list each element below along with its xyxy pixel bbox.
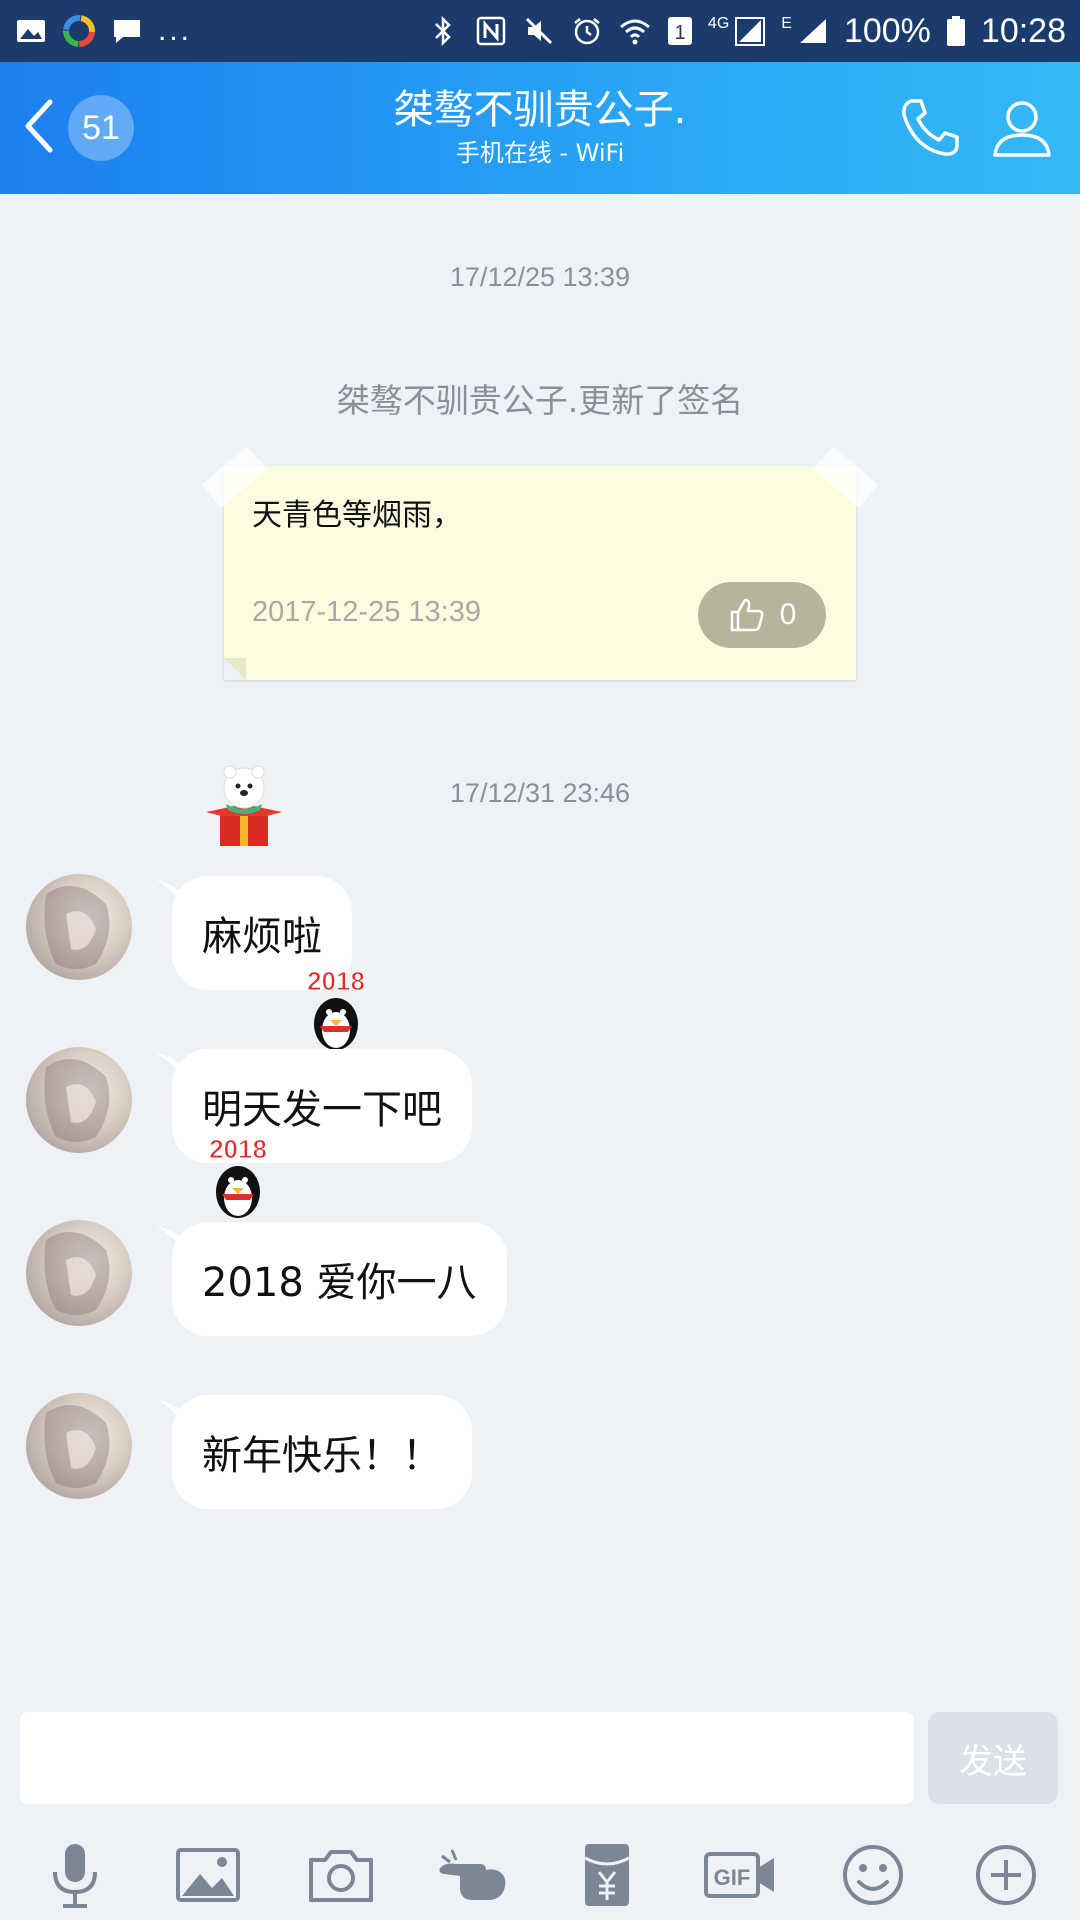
- poke-button[interactable]: [429, 1835, 519, 1915]
- timestamp: 17/12/25 13:39: [449, 262, 631, 292]
- penguin-2018-sticker: 2018: [194, 1134, 282, 1220]
- message-input[interactable]: [20, 1712, 914, 1804]
- app-notification-icon: [62, 14, 96, 48]
- battery-icon: [945, 14, 967, 48]
- gif-button[interactable]: GIF: [695, 1835, 785, 1915]
- message-bubble[interactable]: 新年快乐！！: [172, 1395, 472, 1509]
- voice-button[interactable]: [30, 1835, 120, 1915]
- svg-text:2018: 2018: [307, 966, 365, 996]
- red-packet-button[interactable]: [562, 1835, 652, 1915]
- bluetooth-icon: [426, 14, 460, 48]
- emoji-icon: [842, 1845, 903, 1905]
- more-button[interactable]: [961, 1835, 1051, 1915]
- camera-button[interactable]: [296, 1835, 386, 1915]
- mute-icon: [522, 14, 556, 48]
- user-icon: [993, 101, 1051, 157]
- svg-text:GIF: GIF: [713, 1865, 750, 1890]
- image-icon: [175, 1848, 240, 1902]
- camera-icon: [308, 1850, 373, 1902]
- thumbs-up-icon: [730, 598, 764, 632]
- nfc-icon: [474, 14, 508, 48]
- like-button[interactable]: 0: [698, 582, 826, 648]
- sim-slot-icon: 1: [666, 14, 694, 48]
- more-notifications: ...: [158, 14, 193, 47]
- signature-text: 天青色等烟雨，: [252, 498, 462, 533]
- avatar[interactable]: [26, 874, 132, 980]
- penguin-2018-sticker: 2018: [292, 966, 380, 1052]
- network-e-label: E: [781, 15, 792, 32]
- chat-header: 51 桀骜不驯贵公子. 手机在线 - WiFi: [0, 62, 1080, 194]
- tape-decoration: [813, 446, 879, 508]
- signal-icon-2: [796, 14, 830, 48]
- message-notification-icon: [110, 14, 144, 48]
- microphone-icon: [52, 1844, 97, 1908]
- signature-date: 2017-12-25 13:39: [252, 596, 481, 628]
- alarm-icon: [570, 14, 604, 48]
- battery-percent: 100%: [843, 11, 931, 50]
- avatar[interactable]: [26, 1047, 132, 1153]
- image-button[interactable]: [163, 1835, 253, 1915]
- send-button[interactable]: 发送: [928, 1712, 1058, 1804]
- input-toolbar: GIF: [0, 1830, 1080, 1920]
- plus-icon: [975, 1845, 1036, 1905]
- emoji-button[interactable]: [828, 1835, 918, 1915]
- like-count: 0: [779, 598, 797, 631]
- clock: 10:28: [980, 11, 1066, 50]
- sim-slot-label: 1: [674, 22, 685, 44]
- message-bubble[interactable]: 2018 爱你一八: [172, 1222, 507, 1336]
- timestamp: 17/12/31 23:46: [449, 778, 631, 808]
- gallery-notification-icon: [14, 14, 48, 48]
- system-notice: 桀骜不驯贵公子.更新了签名: [336, 381, 744, 420]
- wifi-icon: [618, 14, 652, 48]
- gif-icon: GIF: [703, 1852, 774, 1898]
- profile-button[interactable]: [986, 92, 1058, 164]
- poke-icon: [439, 1849, 505, 1900]
- corner-fold: [224, 658, 246, 680]
- red-packet-icon: [583, 1844, 630, 1906]
- chat-screen: ... 1 4G E 100% 10:28 51 桀骜不驯贵公子. 手机在线 -…: [0, 0, 1080, 1920]
- signal-icon: [733, 14, 767, 48]
- status-bar: ... 1 4G E 100% 10:28: [0, 0, 1080, 62]
- signature-card[interactable]: 天青色等烟雨， 2017-12-25 13:39 0: [201, 446, 879, 680]
- call-button[interactable]: [894, 92, 966, 164]
- avatar[interactable]: [26, 1393, 132, 1499]
- network-4g-label: 4G: [707, 15, 730, 32]
- avatar[interactable]: [26, 1220, 132, 1326]
- svg-text:2018: 2018: [209, 1134, 267, 1164]
- phone-icon: [902, 99, 959, 156]
